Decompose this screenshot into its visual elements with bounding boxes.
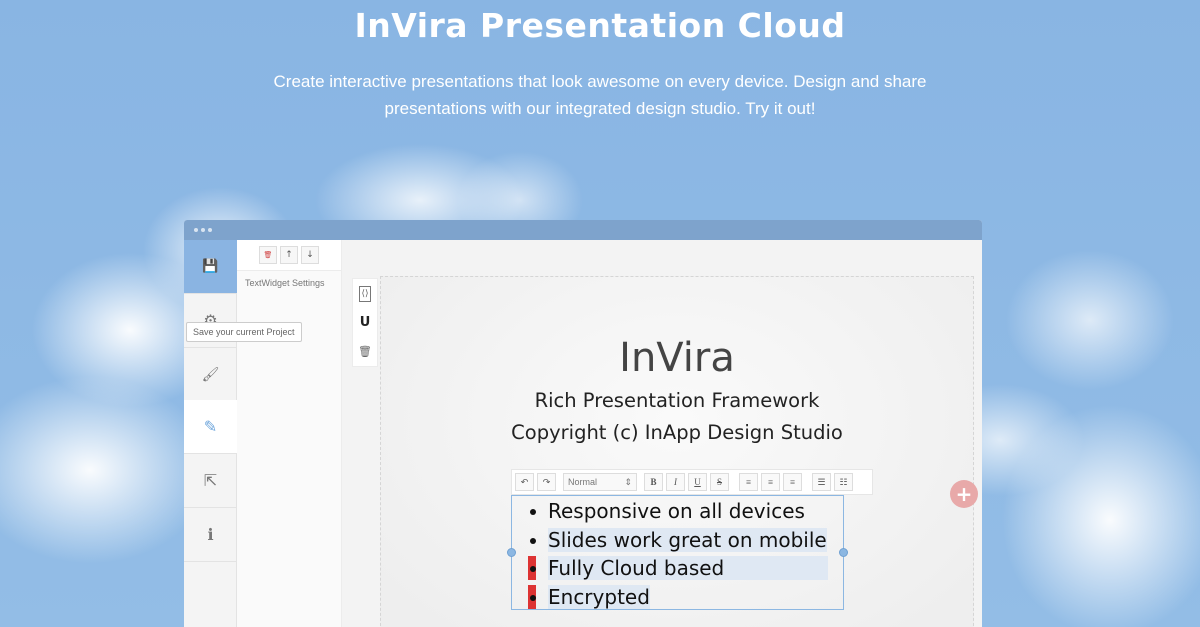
hero-subtitle: Create interactive presentations that lo… xyxy=(273,72,927,118)
trash-button[interactable]: 🗑 xyxy=(353,337,377,366)
format-select[interactable]: Normal ⇕ xyxy=(563,473,637,491)
save-icon: 💾 xyxy=(202,259,219,274)
list-item-text: Responsive on all devices xyxy=(548,499,805,523)
align-center-button[interactable]: ≡ xyxy=(761,473,780,491)
bullet-list-button[interactable]: ☰ xyxy=(812,473,831,491)
move-up-button[interactable]: ↑ xyxy=(280,246,298,264)
magnet-icon: U xyxy=(359,315,371,330)
sidebar-item-edit[interactable]: ✎ xyxy=(184,400,237,454)
bullet-list[interactable]: Responsive on all devices Slides work gr… xyxy=(512,496,843,611)
list-item-text: Slides work great on mobile xyxy=(548,527,827,552)
delete-widget-button[interactable]: 🗑 xyxy=(259,246,277,264)
text-editor-toolbar: ↶ ↷ Normal ⇕ B I U S ≡ ≡ ≡ ☰ ☷ xyxy=(511,469,873,495)
slide-canvas: ⟨⟩ U 🗑 InVira Rich Presentation Framewor… xyxy=(342,240,982,627)
bold-button[interactable]: B xyxy=(644,473,663,491)
arrow-up-icon: ↑ xyxy=(285,250,293,260)
list-item-text: Fully Cloud based xyxy=(548,556,829,580)
arrow-down-icon: ↓ xyxy=(306,250,314,260)
align-right-icon: ≡ xyxy=(789,477,796,487)
bullet-list-icon: ☰ xyxy=(817,476,826,487)
settings-toolbar: 🗑 ↑ ↓ xyxy=(237,240,341,271)
list-item[interactable]: Responsive on all devices xyxy=(529,497,843,526)
redo-button[interactable]: ↷ xyxy=(537,473,556,491)
sidebar-item-save[interactable]: 💾 xyxy=(184,240,237,294)
underline-button[interactable]: U xyxy=(688,473,707,491)
code-file-button[interactable]: ⟨⟩ xyxy=(353,279,377,308)
redo-icon: ↷ xyxy=(542,476,551,487)
brush-icon: 🖌 xyxy=(201,366,220,383)
settings-label: TextWidget Settings xyxy=(245,278,325,288)
plus-icon: + xyxy=(955,482,973,506)
underline-icon: U xyxy=(694,477,701,487)
strikethrough-icon: S xyxy=(716,477,722,487)
trash-icon: 🗑 xyxy=(358,345,372,358)
info-icon: ℹ xyxy=(207,525,214,544)
ordered-list-icon: ☷ xyxy=(839,476,848,487)
tool-column: ⟨⟩ U 🗑 xyxy=(352,278,378,367)
strikethrough-button[interactable]: S xyxy=(710,473,729,491)
slide-subtitle[interactable]: Rich Presentation Framework xyxy=(381,389,973,412)
window-titlebar xyxy=(184,220,982,240)
slide-copyright[interactable]: Copyright (c) InApp Design Studio xyxy=(381,421,973,444)
hero-title: InVira Presentation Cloud xyxy=(354,6,846,45)
window-dots xyxy=(194,228,212,232)
move-down-button[interactable]: ↓ xyxy=(301,246,319,264)
save-tooltip: Save your current Project xyxy=(186,322,302,342)
share-icon: ⇱ xyxy=(203,471,218,490)
slide-title[interactable]: InVira xyxy=(381,335,973,381)
window-dot[interactable] xyxy=(201,228,205,232)
left-sidebar: 💾 ⚙ 🖌 ✎ ⇱ ℹ Save your current Project xyxy=(184,240,302,627)
align-left-icon: ≡ xyxy=(745,477,752,487)
list-item[interactable]: Slides work great on mobile xyxy=(529,526,843,555)
list-item-text: Encrypted xyxy=(548,584,650,609)
format-select-value: Normal xyxy=(568,477,598,487)
italic-button[interactable]: I xyxy=(666,473,685,491)
sidebar-item-design[interactable]: 🖌 xyxy=(184,348,237,402)
italic-icon: I xyxy=(674,477,677,487)
settings-panel: 🗑 ↑ ↓ TextWidget Settings xyxy=(237,240,342,627)
edit-icon: ✎ xyxy=(203,417,218,436)
list-item[interactable]: Fully Cloud based xyxy=(528,554,843,583)
sidebar-item-share[interactable]: ⇱ xyxy=(184,454,237,508)
app-window: 💾 ⚙ 🖌 ✎ ⇱ ℹ Save your current Project 🗑 … xyxy=(184,220,982,627)
slide[interactable]: InVira Rich Presentation Framework Copyr… xyxy=(380,276,974,627)
magnet-button[interactable]: U xyxy=(353,308,377,337)
undo-button[interactable]: ↶ xyxy=(515,473,534,491)
align-right-button[interactable]: ≡ xyxy=(783,473,802,491)
chevron-updown-icon: ⇕ xyxy=(624,476,632,487)
add-slide-button[interactable]: + xyxy=(950,480,978,508)
delete-icon: 🗑 xyxy=(263,251,273,259)
ordered-list-button[interactable]: ☷ xyxy=(834,473,853,491)
sidebar-item-info[interactable]: ℹ xyxy=(184,508,237,562)
undo-icon: ↶ xyxy=(520,476,529,487)
bold-icon: B xyxy=(650,477,657,487)
window-dot[interactable] xyxy=(194,228,198,232)
resize-handle-left[interactable] xyxy=(507,548,516,557)
align-left-button[interactable]: ≡ xyxy=(739,473,758,491)
list-item[interactable]: Encrypted xyxy=(528,583,843,612)
text-widget[interactable]: Responsive on all devices Slides work gr… xyxy=(507,495,848,611)
code-file-icon: ⟨⟩ xyxy=(359,285,371,302)
align-center-icon: ≡ xyxy=(767,477,774,487)
window-dot[interactable] xyxy=(208,228,212,232)
